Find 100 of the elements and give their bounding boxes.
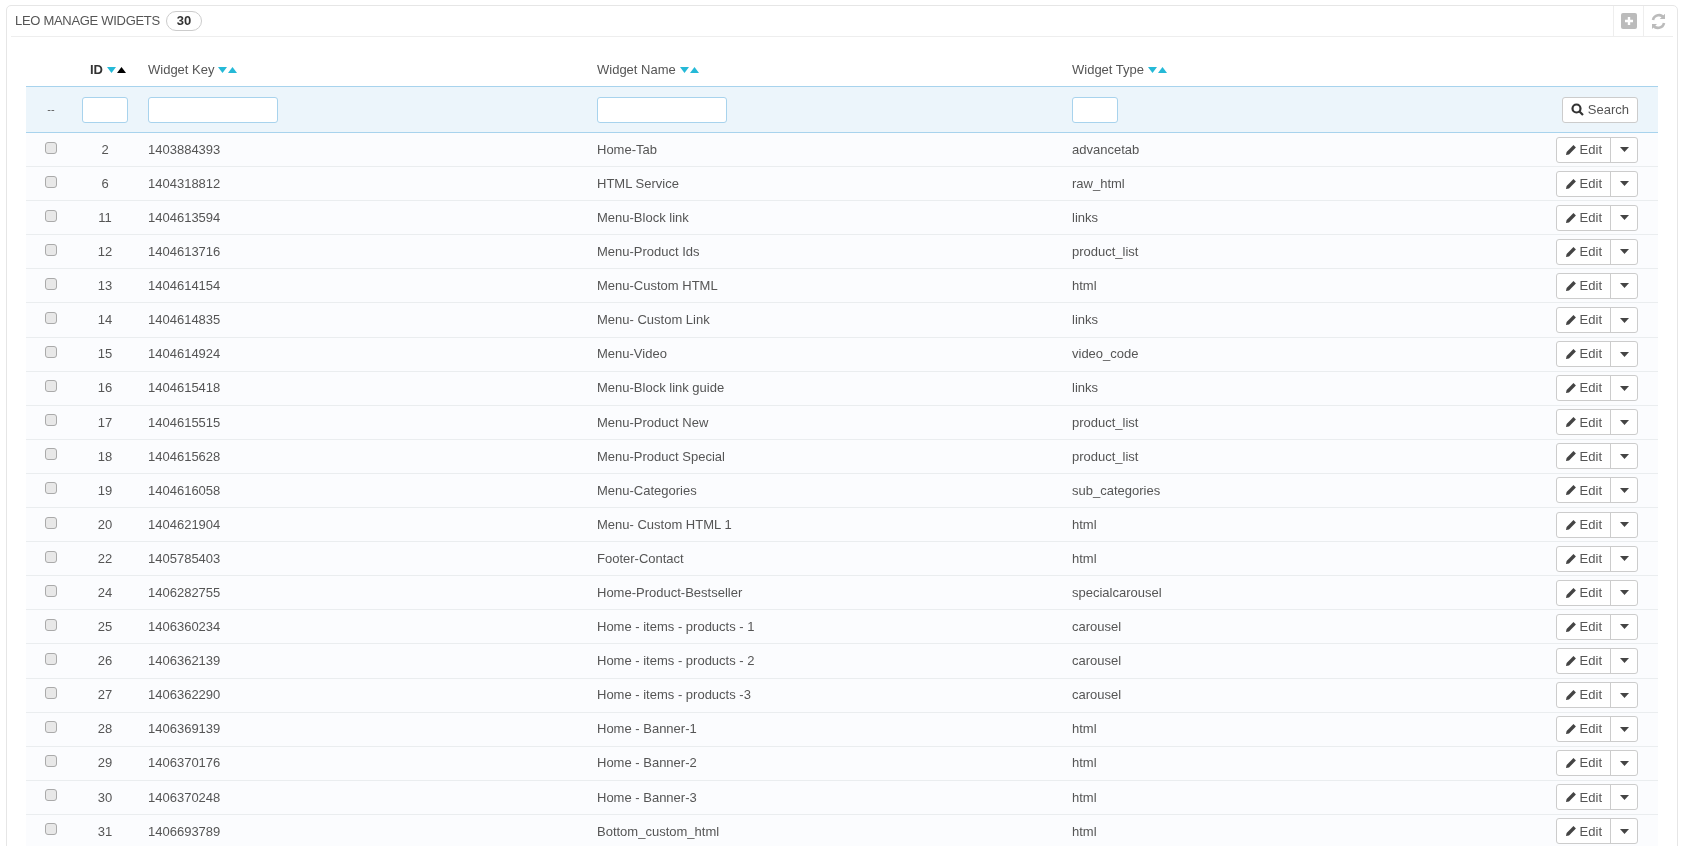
table-cell-text: 1405785403 bbox=[147, 549, 222, 568]
table-cell-text: html bbox=[1071, 754, 1098, 773]
caret-icon bbox=[1619, 419, 1629, 425]
filter-field[interactable] bbox=[148, 96, 278, 123]
table-cell-text: 1403884393 bbox=[147, 140, 222, 159]
pencil-icon bbox=[1564, 143, 1577, 156]
row-checkbox[interactable] bbox=[45, 141, 57, 154]
row-checkbox[interactable] bbox=[45, 516, 57, 529]
row-checkbox[interactable] bbox=[45, 312, 57, 324]
table-cell-text: html bbox=[1071, 277, 1098, 296]
table-cell-text: 17 bbox=[96, 413, 114, 432]
caret-icon bbox=[1619, 317, 1629, 323]
table-cell-text: 1404616058 bbox=[147, 481, 222, 500]
row-checkbox[interactable] bbox=[45, 652, 57, 665]
sort-descending-icon[interactable] bbox=[679, 66, 689, 73]
pencil-icon bbox=[1564, 791, 1577, 804]
pencil-icon bbox=[1564, 382, 1577, 395]
table-cell-text: 1406362290 bbox=[147, 686, 222, 705]
caret-icon bbox=[1619, 658, 1629, 664]
row-checkbox[interactable] bbox=[45, 550, 57, 563]
column-header[interactable]: Widget Type bbox=[1072, 59, 1145, 80]
pencil-icon bbox=[1564, 314, 1577, 326]
caret-icon bbox=[1619, 215, 1629, 221]
column-header[interactable]: Widget Key bbox=[148, 59, 215, 80]
row-checkbox[interactable] bbox=[45, 380, 57, 393]
caret-icon bbox=[1619, 828, 1629, 834]
row-checkbox[interactable] bbox=[45, 584, 57, 597]
table-cell-text: 1406693789 bbox=[147, 822, 222, 841]
table-cell-text: Menu-Video bbox=[596, 345, 668, 364]
filter-field[interactable] bbox=[1072, 96, 1118, 123]
table-cell-text: Home - items - products - 1 bbox=[596, 618, 756, 637]
sort-descending-icon[interactable] bbox=[218, 66, 228, 73]
row-checkbox[interactable] bbox=[45, 448, 57, 461]
filter-field[interactable] bbox=[82, 96, 128, 123]
column-header[interactable]: ID bbox=[90, 59, 103, 80]
table-cell-text: product_list bbox=[1071, 243, 1140, 262]
column-header[interactable]: Widget Name bbox=[597, 59, 676, 80]
caret-icon bbox=[1619, 283, 1629, 289]
table-cell-text: carousel bbox=[1071, 618, 1123, 637]
row-checkbox[interactable] bbox=[45, 175, 57, 188]
sort-descending-icon[interactable] bbox=[1148, 66, 1158, 73]
row-checkbox[interactable] bbox=[45, 346, 57, 359]
row-checkbox[interactable] bbox=[45, 209, 57, 222]
pencil-icon bbox=[1564, 825, 1577, 838]
sort-ascending-icon[interactable] bbox=[117, 66, 126, 73]
pencil-icon bbox=[1564, 245, 1577, 258]
table-cell-text: 1404614154 bbox=[147, 277, 222, 296]
table-cell-text: 1404615418 bbox=[147, 379, 222, 398]
table-cell-text: Menu-Product Ids bbox=[596, 243, 701, 262]
table-cell-text: 1406370248 bbox=[147, 788, 222, 807]
row-checkbox[interactable] bbox=[45, 823, 57, 836]
pencil-icon bbox=[1564, 654, 1577, 667]
table-cell-text: 16 bbox=[96, 379, 114, 398]
table-cell-text: 6 bbox=[100, 174, 110, 193]
row-checkbox[interactable] bbox=[45, 721, 57, 734]
add-icon[interactable] bbox=[1620, 13, 1637, 29]
pencil-icon bbox=[1564, 757, 1577, 770]
table-cell-text: 1406369139 bbox=[147, 720, 222, 739]
row-checkbox[interactable] bbox=[45, 414, 57, 427]
pencil-icon bbox=[1564, 450, 1577, 463]
table-cell-text: video_code bbox=[1071, 345, 1140, 364]
table-cell-text: 1406360234 bbox=[147, 618, 222, 637]
table-cell-text: Home - Banner-3 bbox=[596, 788, 698, 807]
row-checkbox[interactable] bbox=[45, 789, 57, 802]
table-cell-text: html bbox=[1071, 515, 1098, 534]
table-cell-text: html bbox=[1071, 720, 1098, 739]
table-cell-text: 24 bbox=[96, 584, 114, 602]
search-button[interactable]: Search bbox=[1561, 96, 1638, 123]
table-cell-text: Home - items - products - 2 bbox=[596, 652, 756, 671]
table-cell-text: 1404613716 bbox=[147, 243, 222, 262]
filter-field[interactable] bbox=[597, 96, 727, 123]
row-checkbox[interactable] bbox=[45, 618, 57, 631]
table-cell-text: 1404615515 bbox=[147, 413, 222, 432]
row-checkbox[interactable] bbox=[45, 482, 57, 495]
table-cell-text: Menu-Product New bbox=[596, 413, 710, 432]
bulk-label: -- bbox=[46, 102, 56, 118]
table-cell-text: 19 bbox=[96, 481, 114, 500]
table-cell-text: html bbox=[1071, 549, 1098, 568]
table-cell-text: 13 bbox=[96, 277, 114, 296]
table-cell-text: 1404621904 bbox=[147, 515, 222, 534]
table-cell-text: 1404615628 bbox=[147, 447, 222, 466]
pencil-icon bbox=[1564, 586, 1577, 599]
row-checkbox[interactable] bbox=[45, 687, 57, 700]
table-cell-text: 1404614924 bbox=[147, 345, 222, 364]
table-cell-text: 31 bbox=[96, 822, 114, 841]
caret-icon bbox=[1619, 181, 1629, 187]
table-cell-text: 1406362139 bbox=[147, 652, 222, 671]
table-cell-text: Home - Banner-2 bbox=[596, 754, 698, 773]
table-cell-text: carousel bbox=[1071, 686, 1123, 705]
refresh-icon[interactable] bbox=[1650, 12, 1667, 30]
table-cell-text: Menu-Block link guide bbox=[596, 379, 726, 398]
row-checkbox[interactable] bbox=[45, 243, 57, 256]
row-checkbox[interactable] bbox=[45, 755, 57, 768]
table-cell-text: 29 bbox=[96, 754, 114, 773]
table-cell-text: Home-Tab bbox=[596, 140, 658, 159]
caret-icon bbox=[1619, 760, 1629, 766]
table-cell-text: product_list bbox=[1071, 413, 1140, 432]
row-checkbox[interactable] bbox=[45, 277, 57, 290]
table-cell-text: Menu-Block link bbox=[596, 209, 690, 227]
table-cell-text: 18 bbox=[96, 447, 114, 466]
